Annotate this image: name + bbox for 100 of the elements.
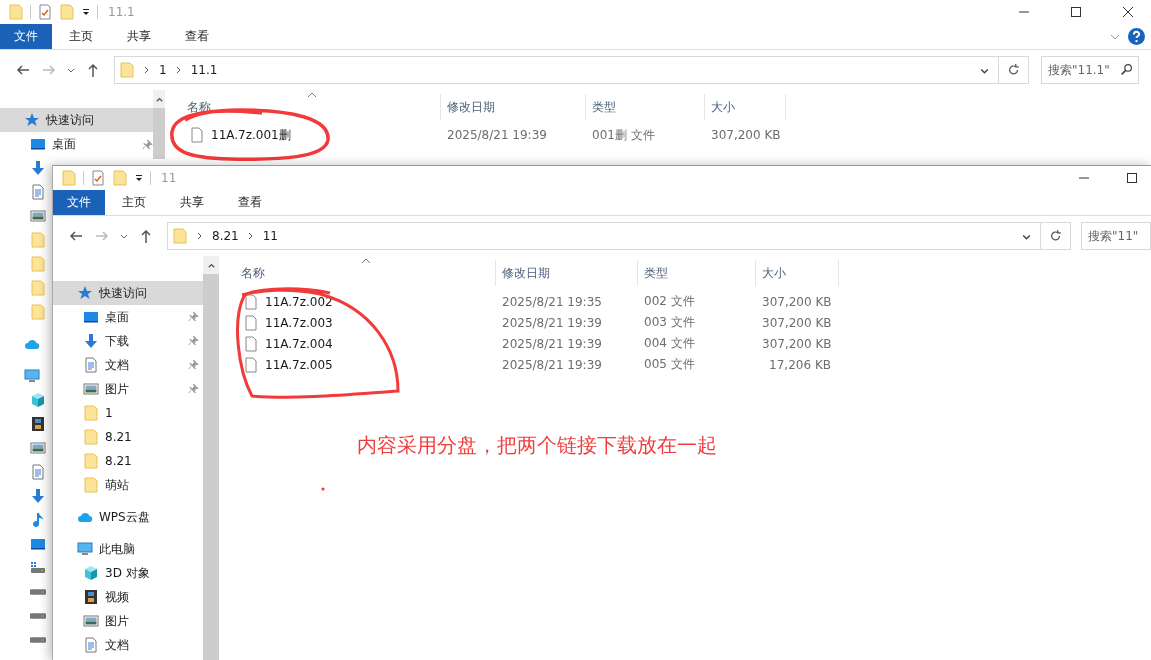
file-icon bbox=[243, 293, 259, 310]
sidebar-item[interactable]: 图片 bbox=[53, 377, 203, 401]
ribbon-tab[interactable]: 查看 bbox=[168, 24, 226, 49]
table-cell-text: 002 文件 bbox=[643, 293, 696, 310]
column-header[interactable]: 类型 bbox=[586, 94, 705, 120]
close-icon bbox=[1123, 7, 1133, 17]
picture-icon bbox=[83, 381, 99, 397]
sidebar-item[interactable]: 快速访问 bbox=[0, 108, 153, 132]
sidebar-item[interactable]: 萌站 bbox=[53, 473, 203, 497]
down-arrow-icon bbox=[83, 333, 99, 349]
sidebar-item[interactable]: 快速访问 bbox=[53, 281, 203, 305]
picture-icon bbox=[83, 613, 99, 629]
search-field[interactable]: 搜索"11.1" bbox=[1041, 56, 1139, 84]
folder-icon bbox=[83, 405, 99, 421]
file-name[interactable]: 11A.7z.005 bbox=[265, 357, 333, 372]
document-icon bbox=[30, 464, 46, 480]
sidebar-item[interactable]: 图片 bbox=[53, 609, 203, 633]
file-name[interactable]: 11A.7z.003 bbox=[265, 315, 333, 330]
column-header[interactable]: 名称 bbox=[219, 260, 496, 286]
column-header[interactable]: 大小 bbox=[756, 260, 839, 286]
minimize-icon bbox=[1079, 177, 1089, 179]
ribbon-tab[interactable]: 主页 bbox=[52, 24, 110, 49]
sort-caret-icon bbox=[307, 92, 317, 98]
column-header[interactable]: 类型 bbox=[638, 260, 756, 286]
sidebar-item[interactable]: 下载 bbox=[53, 329, 203, 353]
refresh-button[interactable] bbox=[1041, 222, 1071, 250]
sidebar-item[interactable]: 1 bbox=[53, 401, 203, 425]
properties-icon[interactable] bbox=[37, 4, 53, 20]
star-icon bbox=[24, 112, 40, 128]
file-name[interactable]: 11A.7z.002 bbox=[265, 294, 333, 309]
table-cell-text: 2025/8/21 19:35 bbox=[501, 294, 603, 309]
maximize-icon bbox=[1071, 7, 1081, 17]
breadcrumb[interactable]: 8.21 bbox=[212, 229, 239, 243]
cube-icon bbox=[30, 392, 46, 408]
table-cell-text: 2025/8/21 19:39 bbox=[446, 128, 548, 142]
column-header[interactable]: 大小 bbox=[705, 94, 786, 120]
search-icon bbox=[1120, 63, 1133, 76]
table-cell-text: 005 文件 bbox=[643, 356, 696, 373]
table-cell-text: 003 文件 bbox=[643, 314, 696, 331]
sidebar-item[interactable]: 8.21 bbox=[53, 425, 203, 449]
breadcrumb[interactable]: 11.1 bbox=[190, 63, 218, 77]
drive-icon bbox=[30, 560, 46, 576]
picture-icon bbox=[30, 440, 46, 456]
window-title: 11.1 bbox=[108, 5, 135, 19]
chevron-right-icon bbox=[246, 232, 255, 240]
refresh-icon bbox=[1048, 229, 1063, 243]
address-bar[interactable]: 1 11.1 bbox=[114, 56, 999, 84]
refresh-icon bbox=[1006, 63, 1021, 77]
chevron-right-icon bbox=[143, 66, 151, 74]
ribbon-tab[interactable]: 主页 bbox=[105, 190, 163, 215]
sidebar-item[interactable]: 3D 对象 bbox=[53, 561, 203, 585]
folder-icon bbox=[119, 62, 135, 78]
search-field[interactable]: 搜索"11" bbox=[1081, 222, 1151, 250]
folder-icon bbox=[30, 232, 46, 248]
cube-icon bbox=[83, 565, 99, 581]
column-header[interactable]: 修改日期 bbox=[496, 260, 638, 286]
dropdown-icon[interactable] bbox=[81, 7, 91, 17]
monitor-icon bbox=[83, 309, 99, 325]
table-cell-text: 2025/8/21 19:39 bbox=[501, 315, 603, 330]
breadcrumb[interactable]: 1 bbox=[159, 63, 167, 77]
folder-icon bbox=[30, 280, 46, 296]
annotation-text: 内容采用分盘，把两个链接下载放在一起 bbox=[357, 432, 717, 459]
scroll-bar[interactable] bbox=[203, 256, 219, 660]
down-arrow-icon bbox=[30, 488, 46, 504]
refresh-button[interactable] bbox=[999, 56, 1029, 84]
file-menu-tab[interactable]: 文件 bbox=[53, 190, 105, 215]
computer-icon bbox=[24, 368, 40, 384]
breadcrumb[interactable]: 11 bbox=[262, 229, 278, 243]
help-icon[interactable] bbox=[1128, 28, 1145, 45]
properties-icon[interactable] bbox=[90, 170, 106, 186]
file-name[interactable]: 11A.7z.004 bbox=[265, 336, 333, 351]
ribbon-tab[interactable]: 查看 bbox=[221, 190, 279, 215]
sidebar-item[interactable]: 桌面 bbox=[53, 305, 203, 329]
window-title: 11 bbox=[161, 171, 177, 185]
minimize-icon bbox=[1019, 11, 1029, 13]
sidebar-item[interactable]: 8.21 bbox=[53, 449, 203, 473]
file-menu-tab[interactable]: 文件 bbox=[0, 24, 52, 49]
sidebar-item[interactable]: 桌面 bbox=[0, 132, 153, 156]
maximize-icon bbox=[1127, 173, 1137, 183]
scroll-bar[interactable] bbox=[153, 90, 165, 159]
sidebar-item[interactable]: 文档 bbox=[53, 353, 203, 377]
down-arrow-icon bbox=[30, 160, 46, 176]
column-header[interactable]: 修改日期 bbox=[441, 94, 586, 120]
dropdown-icon[interactable] bbox=[134, 173, 144, 183]
address-bar[interactable]: 8.21 11 bbox=[167, 222, 1041, 250]
sort-caret-icon bbox=[361, 258, 371, 264]
ribbon-tab[interactable]: 共享 bbox=[163, 190, 221, 215]
table-cell-text: 307,200 KB bbox=[761, 294, 833, 309]
sidebar-item[interactable]: 此电脑 bbox=[53, 537, 203, 561]
document-icon bbox=[83, 637, 99, 653]
table-cell-text: 004 文件 bbox=[643, 335, 696, 352]
ribbon-tab[interactable]: 共享 bbox=[110, 24, 168, 49]
file-icon bbox=[243, 314, 259, 331]
picture-icon bbox=[30, 208, 46, 224]
sidebar-item[interactable]: WPS云盘 bbox=[53, 505, 203, 529]
file-name[interactable]: 11A.7z.001删 bbox=[211, 126, 291, 144]
sidebar-item[interactable]: 文档 bbox=[53, 633, 203, 657]
table-cell-text: 307,200 KB bbox=[761, 336, 833, 351]
sidebar-item[interactable]: 视频 bbox=[53, 585, 203, 609]
folder-icon bbox=[83, 477, 99, 493]
